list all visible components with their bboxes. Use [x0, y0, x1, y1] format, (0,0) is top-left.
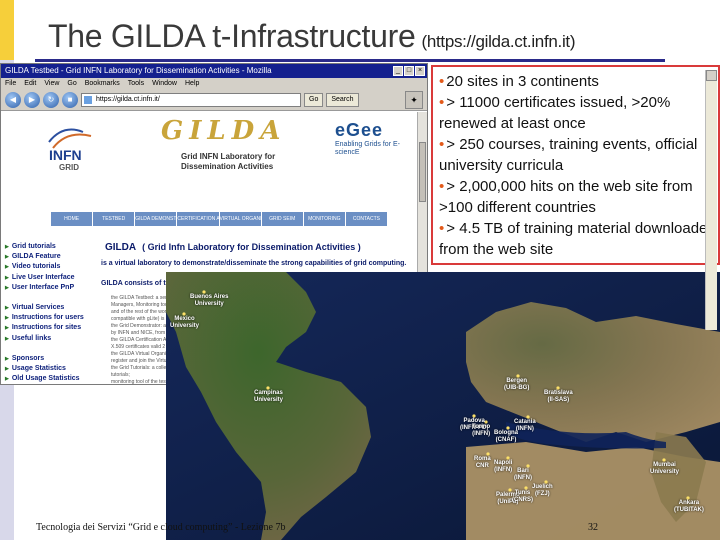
- map-label-bergen: Bergen (UIB-BG): [504, 378, 530, 391]
- menu-item-help[interactable]: Help: [185, 80, 199, 87]
- scroll-up-icon[interactable]: [706, 70, 717, 81]
- info-bullet: > 11000 certificates issued, >20% renewe…: [439, 92, 718, 134]
- nav-link[interactable]: Useful links: [5, 334, 89, 344]
- info-bullet: 20 sites in 3 continents: [439, 71, 718, 92]
- slide-title: The GILDA t-Infrastructure (https://gilda…: [48, 18, 576, 55]
- map-label-mumbai: Mumbai University: [650, 462, 680, 475]
- info-box: 20 sites in 3 continents> 11000 certific…: [431, 65, 720, 265]
- site-tab-3[interactable]: CERTIFICATION AUTHORITY: [177, 212, 219, 226]
- gilda-logo: GILDA: [161, 116, 287, 146]
- map-label-napoli: Napoli (INFN): [494, 460, 513, 473]
- browser-menubar: File Edit View Go Bookmarks Tools Window Help: [1, 78, 427, 89]
- gilda-description: is a virtual laboratory to demonstrate/d…: [101, 260, 407, 267]
- site-tab-7[interactable]: CONTACTS: [345, 212, 387, 226]
- favicon-icon: [84, 95, 92, 104]
- egee-logo: eGee Enabling Grids for E-sciencE: [335, 120, 405, 170]
- info-bullets: 20 sites in 3 continents> 11000 certific…: [433, 67, 718, 260]
- nav-link[interactable]: GILDA Feature: [5, 252, 89, 262]
- menu-item-view[interactable]: View: [44, 80, 59, 87]
- site-nav: Grid tutorialsGILDA FeatureVideo tutoria…: [5, 242, 89, 384]
- site-tab-2[interactable]: GILDA DEMONSTRATOR: [135, 212, 177, 226]
- maximize-icon[interactable]: □: [404, 66, 414, 76]
- map-label-bratislava: Bratislava (II-SAS): [544, 390, 573, 403]
- map-label-tunis: Tunis (CNRS): [512, 490, 533, 503]
- infn-grid-logo: INFN GRID: [48, 128, 92, 172]
- menu-item-window[interactable]: Window: [152, 80, 177, 87]
- menu-item-tools[interactable]: Tools: [128, 80, 144, 87]
- infn-text: INFN: [49, 147, 82, 163]
- browser-titlebar: GILDA Testbed - Grid INFN Laboratory for…: [1, 64, 427, 78]
- site-tab-4[interactable]: VIRTUAL ORGANIZATION: [219, 212, 261, 226]
- nav-link[interactable]: User Interface PnP: [5, 283, 89, 293]
- map-label-ankara: Ankara (TUBITAK): [674, 500, 704, 513]
- world-map: Buenos Aires University Mexico University…: [166, 272, 720, 540]
- nav-link[interactable]: Instructions for sites: [5, 323, 89, 333]
- egee-tagline: Enabling Grids for E-sciencE: [335, 141, 400, 156]
- throbber-icon: ✦: [405, 91, 423, 109]
- map-label-mexico: Mexico University: [170, 316, 200, 329]
- map-label-juelich: Juelich (FZJ): [532, 484, 553, 497]
- browser-window-title: GILDA Testbed - Grid INFN Laboratory for…: [5, 66, 272, 75]
- search-button[interactable]: Search: [326, 92, 359, 107]
- reload-icon[interactable]: ↻: [43, 91, 59, 108]
- stop-icon[interactable]: ■: [62, 91, 78, 108]
- menu-item-edit[interactable]: Edit: [24, 80, 36, 87]
- back-icon[interactable]: ◀: [5, 91, 21, 108]
- title-underline: [35, 59, 665, 62]
- info-bullet: > 4.5 TB of training material downloaded…: [439, 218, 718, 260]
- gilda-logo-subtitle: Grid INFN Laboratory for Dissemination A…: [181, 152, 276, 171]
- nav-link[interactable]: Grid tutorials: [5, 242, 89, 252]
- info-bullet: > 250 courses, training events, official…: [439, 134, 718, 176]
- nav-link[interactable]: Instructions for users: [5, 313, 89, 323]
- info-bullet: > 2,000,000 hits on the web site from >1…: [439, 176, 718, 218]
- slide-footer: Tecnologia dei Servizi “Grid e cloud com…: [36, 522, 286, 533]
- grid-text: GRID: [59, 163, 79, 172]
- nav-link[interactable]: Virtual Services: [5, 303, 89, 313]
- map-label-buenos-aires: Buenos Aires University: [190, 294, 229, 307]
- map-label-bari: Bari (INFN): [514, 468, 532, 481]
- minimize-icon[interactable]: _: [393, 66, 403, 76]
- slide-left-band: [0, 0, 14, 60]
- browser-navbar: ◀ ▶ ↻ ■ https://gilda.ct.infn.it/ Go Sea…: [1, 89, 427, 111]
- slide-title-text: The GILDA t-Infrastructure: [48, 18, 416, 54]
- menu-item-go[interactable]: Go: [67, 80, 76, 87]
- nav-link[interactable]: Usage Statistics: [5, 364, 89, 374]
- nav-link[interactable]: Live User Interface: [5, 273, 89, 283]
- map-image: [166, 272, 720, 540]
- gilda-headline: GILDA ( Grid Infn Laboratory for Dissemin…: [105, 242, 361, 253]
- slide: The GILDA t-Infrastructure (https://gilda…: [0, 0, 720, 540]
- go-button[interactable]: Go: [304, 92, 324, 107]
- right-scrollbar[interactable]: [705, 70, 717, 330]
- egee-name: eGee: [335, 120, 384, 140]
- map-label-campinas: Campinas University: [254, 390, 284, 403]
- slide-page-number: 32: [588, 522, 598, 533]
- site-tab-6[interactable]: MONITORING: [303, 212, 345, 226]
- menu-item-file[interactable]: File: [5, 80, 16, 87]
- forward-icon[interactable]: ▶: [24, 91, 40, 108]
- scrollbar-thumb[interactable]: [419, 142, 426, 202]
- site-tab-5[interactable]: GRID SEIM: [261, 212, 303, 226]
- gilda-headline-text: ( Grid Infn Laboratory for Dissemination…: [142, 242, 361, 252]
- map-label-catania: Catania (INFN): [514, 419, 536, 432]
- address-text: https://gilda.ct.infn.it/: [96, 95, 160, 103]
- site-tabs: HOMETESTBEDGILDA DEMONSTRATORCERTIFICATI…: [51, 212, 387, 226]
- map-label-torino: Torino (INFN): [472, 424, 491, 437]
- site-tab-0[interactable]: HOME: [51, 212, 93, 226]
- window-controls: _ □ ×: [393, 66, 425, 76]
- close-icon[interactable]: ×: [415, 66, 425, 76]
- gilda-headline-word: GILDA: [105, 242, 137, 253]
- nav-link[interactable]: Old Usage Statistics: [5, 374, 89, 384]
- nav-link[interactable]: Sponsors: [5, 354, 89, 364]
- nav-link[interactable]: Video tutorials: [5, 262, 89, 272]
- menu-item-bookmarks[interactable]: Bookmarks: [85, 80, 120, 87]
- map-label-roma: Roma CNR: [474, 456, 491, 469]
- slide-title-url: (https://gilda.ct.infn.it): [421, 32, 576, 51]
- address-bar[interactable]: https://gilda.ct.infn.it/: [81, 92, 301, 107]
- site-tab-1[interactable]: TESTBED: [93, 212, 135, 226]
